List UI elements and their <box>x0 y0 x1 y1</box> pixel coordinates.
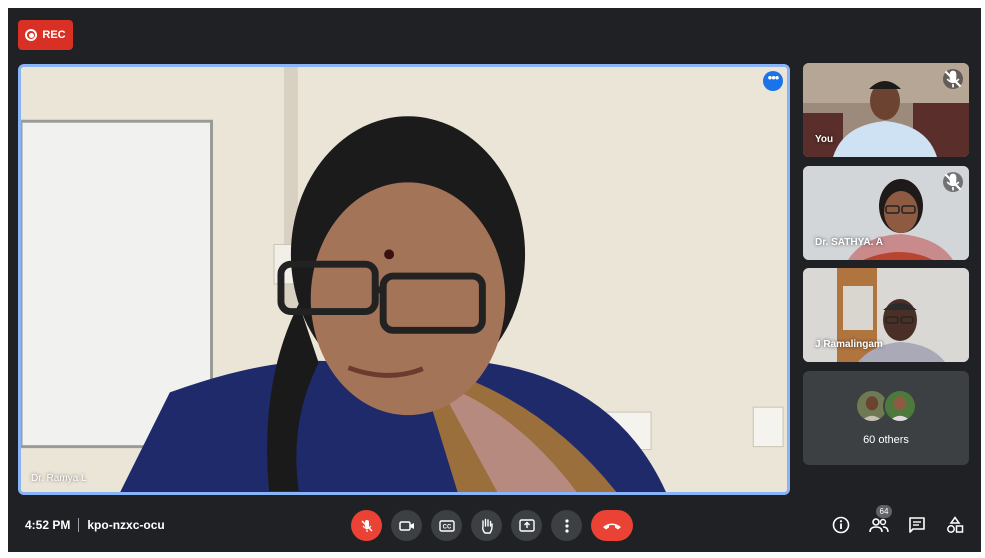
bottom-bar: 4:52 PM kpo-nzxc-ocu CC 64 <box>8 505 981 552</box>
more-vert-icon <box>564 518 569 533</box>
recording-label: REC <box>42 29 66 41</box>
muted-mic-icon <box>943 69 963 89</box>
activities-icon <box>947 516 964 533</box>
info-icon <box>832 516 850 534</box>
muted-mic-icon <box>943 172 963 192</box>
people-count-badge: 64 <box>876 505 892 518</box>
camera-icon <box>398 520 414 531</box>
others-count-label: 60 others <box>863 434 909 446</box>
participant-tile-ramalingam[interactable]: J Ramalingam <box>803 268 969 362</box>
main-speaker-name: Dr. Ramya L <box>31 473 87 484</box>
hand-icon <box>481 518 493 534</box>
others-avatars <box>855 389 919 423</box>
mic-off-icon <box>361 519 372 532</box>
microphone-toggle-button[interactable] <box>351 510 382 541</box>
more-actions-button[interactable] <box>551 510 582 541</box>
svg-text:CC: CC <box>442 524 451 530</box>
more-options-button[interactable]: ••• <box>763 71 783 91</box>
meeting-info: 4:52 PM kpo-nzxc-ocu <box>25 518 165 532</box>
hang-up-icon <box>603 523 621 529</box>
people-icon <box>869 518 889 533</box>
meeting-details-button[interactable] <box>830 514 852 536</box>
meeting-code: kpo-nzxc-ocu <box>87 518 165 532</box>
others-tile[interactable]: 60 others <box>803 371 969 465</box>
chat-button[interactable] <box>906 514 928 536</box>
captions-icon: CC <box>438 519 455 532</box>
call-controls: CC <box>351 510 633 541</box>
captions-button[interactable]: CC <box>431 510 462 541</box>
main-video-feed <box>21 67 787 492</box>
meet-window: REC ••• Dr. Ramya L You Dr. SATHYA. A J … <box>8 8 981 552</box>
record-icon <box>25 29 38 41</box>
recording-indicator: REC <box>18 20 73 50</box>
participant-tile-you[interactable]: You <box>803 63 969 157</box>
present-icon <box>518 519 535 532</box>
side-panel-controls: 64 <box>830 505 966 536</box>
main-video-tile[interactable]: ••• Dr. Ramya L <box>18 64 790 495</box>
present-screen-button[interactable] <box>511 510 542 541</box>
chat-icon <box>909 517 925 533</box>
participant-name: J Ramalingam <box>815 339 883 350</box>
clock-time: 4:52 PM <box>25 518 71 532</box>
activities-button[interactable] <box>944 514 966 536</box>
avatar <box>883 389 917 423</box>
camera-toggle-button[interactable] <box>391 510 422 541</box>
leave-call-button[interactable] <box>591 510 633 541</box>
participant-name: You <box>815 134 834 145</box>
participant-name: Dr. SATHYA. A <box>815 237 883 248</box>
raise-hand-button[interactable] <box>471 510 502 541</box>
people-button[interactable]: 64 <box>868 505 892 536</box>
participant-tile-sathya[interactable]: Dr. SATHYA. A <box>803 166 969 260</box>
separator <box>78 518 80 532</box>
